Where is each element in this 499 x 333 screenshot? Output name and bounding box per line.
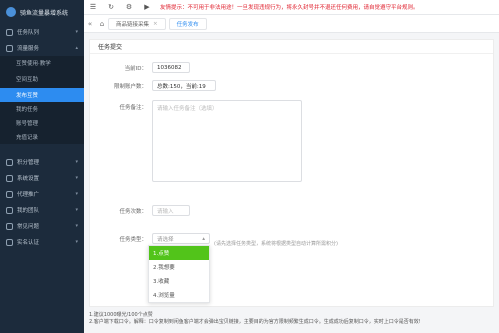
sidebar-subitem-label: 我的任务	[16, 107, 39, 113]
task-type-placeholder: 请选择	[157, 236, 174, 243]
sidebar-item-label: 常见问题	[17, 224, 40, 230]
sidebar-item-label: 实名认证	[17, 240, 40, 246]
refresh-icon[interactable]: ↻	[102, 3, 120, 11]
sidebar-item-label: 积分管理	[17, 160, 40, 166]
task-type-dropdown: 1.点赞 2.我想要 3.收藏 4.浏览量	[148, 245, 210, 303]
task-type-option-want[interactable]: 2.我想要	[149, 260, 209, 274]
footer-note-2: 2.客户端下载口令。解释：口令复制到闲鱼客户端才会弹出宝贝链接，主要目的为官方限…	[89, 319, 421, 325]
sidebar-subitem-label: 互赞使用·教学	[16, 61, 51, 67]
tab-link-collect[interactable]: 商品链接采集 ×	[108, 17, 166, 30]
count-input[interactable]: 请输入	[152, 205, 190, 216]
sidebar-item-team[interactable]: 我的团队 ▾	[0, 202, 84, 218]
sidebar-item-label: 系统设置	[17, 176, 40, 182]
panel-title: 任务提交	[90, 40, 493, 54]
settings-icon[interactable]: ⚙	[120, 3, 138, 11]
chevron-down-icon: ▾	[75, 223, 78, 229]
list-icon	[6, 28, 13, 36]
chevron-down-icon: ▾	[75, 191, 78, 197]
task-type-option-like[interactable]: 1.点赞	[149, 246, 209, 260]
sidebar-item-tasks[interactable]: 任务队列 ▾	[0, 24, 84, 40]
traffic-icon	[6, 44, 13, 52]
settings-icon	[6, 174, 13, 182]
chevron-down-icon: ▾	[75, 175, 78, 181]
sidebar-subitem-space[interactable]: 空间互助	[0, 70, 84, 88]
chevron-down-icon: ▾	[75, 239, 78, 245]
count-label: 任务次数：	[119, 208, 147, 215]
tab-task-publish[interactable]: 任务发布	[168, 17, 207, 30]
remark-textarea[interactable]: 请输入任务备注（选填）	[152, 100, 302, 182]
main-content: 任务提交 当前ID： 1036082 限制账户数： 总数:150，当前:19 任…	[84, 33, 499, 333]
notice-banner: 友情提示：不可用于非法用途！一旦发现违规行为，将永久封号并不退还任何费用，请自觉…	[160, 5, 419, 11]
id-field: 1036082	[152, 62, 190, 73]
tab-bar: « ⌂ 商品链接采集 × 任务发布	[84, 15, 499, 33]
tab-scroll-left-icon[interactable]: «	[84, 20, 96, 28]
tab-label: 任务发布	[176, 21, 199, 28]
sidebar-subitem-recharge[interactable]: 充值记录	[0, 130, 84, 144]
collapse-menu-icon[interactable]: ☰	[84, 3, 102, 11]
task-type-option-views[interactable]: 4.浏览量	[149, 288, 209, 302]
team-icon	[6, 206, 13, 214]
sidebar-item-label: 流量服务	[17, 46, 40, 52]
sidebar-item-help[interactable]: 常见问题 ▾	[0, 218, 84, 234]
sidebar-subitem-label: 发布互赞	[16, 93, 39, 99]
sidebar-item-promotion[interactable]: 代理推广 ▾	[0, 186, 84, 202]
sidebar-item-settings[interactable]: 系统设置 ▾	[0, 170, 84, 186]
form-row-id: 当前ID： 1036082	[90, 62, 495, 73]
footer-note-1: 1.建议1000曝光/100个点赞	[89, 312, 153, 318]
sidebar-subitem-label: 账号管理	[16, 121, 39, 127]
chevron-up-icon: ▴	[75, 45, 78, 51]
sidebar-item-label: 任务队列	[17, 30, 40, 36]
footer-notes: 1.建议1000曝光/100个点赞 2.客户端下载口令。解释：口令复制到闲鱼客户…	[89, 312, 494, 326]
task-type-hint: (请先选择任务类型，系统将根据类型自动计算所需积分)	[214, 241, 338, 247]
chevron-down-icon: ▾	[75, 159, 78, 165]
sidebar-subitem-my-tasks[interactable]: 我的任务	[0, 102, 84, 116]
form-row-limit: 限制账户数： 总数:150，当前:19	[90, 80, 495, 91]
sidebar-item-verify[interactable]: 实名认证 ▾	[0, 234, 84, 250]
form-row-count: 任务次数： 请输入	[90, 205, 495, 216]
home-icon[interactable]: ⌂	[96, 20, 108, 28]
form-row-remark: 任务备注： 请输入任务备注（选填）	[90, 100, 495, 182]
share-icon	[6, 190, 13, 198]
sidebar-subitem-label: 充值记录	[16, 135, 39, 141]
sidebar-item-points[interactable]: 积分管理 ▾	[0, 154, 84, 170]
sidebar-item-label: 我的团队	[17, 208, 40, 214]
task-form-panel: 任务提交 当前ID： 1036082 限制账户数： 总数:150，当前:19 任…	[89, 39, 494, 307]
logo-icon	[6, 7, 16, 17]
tab-label: 商品链接采集	[116, 21, 150, 28]
task-type-option-favorite[interactable]: 3.收藏	[149, 274, 209, 288]
sidebar-subitem-label: 空间互助	[16, 77, 39, 83]
chevron-down-icon: ▾	[75, 207, 78, 213]
sidebar-item-label: 代理推广	[17, 192, 40, 198]
play-icon[interactable]: ▶	[138, 3, 156, 11]
limit-label: 限制账户数：	[113, 83, 147, 90]
limit-field: 总数:150，当前:19	[152, 80, 216, 91]
type-label: 任务类型：	[119, 236, 147, 243]
sidebar-subitem-publish[interactable]: 发布互赞	[0, 88, 84, 102]
task-type-select[interactable]: 请选择 ▴	[152, 233, 210, 244]
id-icon	[6, 238, 13, 246]
id-label: 当前ID：	[124, 65, 147, 72]
chevron-up-icon: ▴	[202, 235, 205, 242]
sidebar-subitem-accounts[interactable]: 账号管理	[0, 116, 84, 130]
brand: 骑鱼流量暴增系统	[0, 0, 84, 24]
app-title: 骑鱼流量暴增系统	[20, 9, 69, 17]
topbar: ☰ ↻ ⚙ ▶ 友情提示：不可用于非法用途！一旦发现违规行为，将永久封号并不退还…	[84, 0, 499, 15]
chevron-down-icon: ▾	[75, 29, 78, 35]
close-icon[interactable]: ×	[153, 21, 158, 27]
sidebar-subitem-tutorial[interactable]: 互赞使用·教学	[0, 56, 84, 70]
help-icon	[6, 222, 13, 230]
sidebar-item-traffic[interactable]: 流量服务 ▴	[0, 40, 84, 56]
sidebar: 骑鱼流量暴增系统 任务队列 ▾ 流量服务 ▴ 互赞使用·教学 空间互助 发布互赞…	[0, 0, 84, 333]
remark-label: 任务备注：	[119, 105, 147, 111]
points-icon	[6, 158, 13, 166]
